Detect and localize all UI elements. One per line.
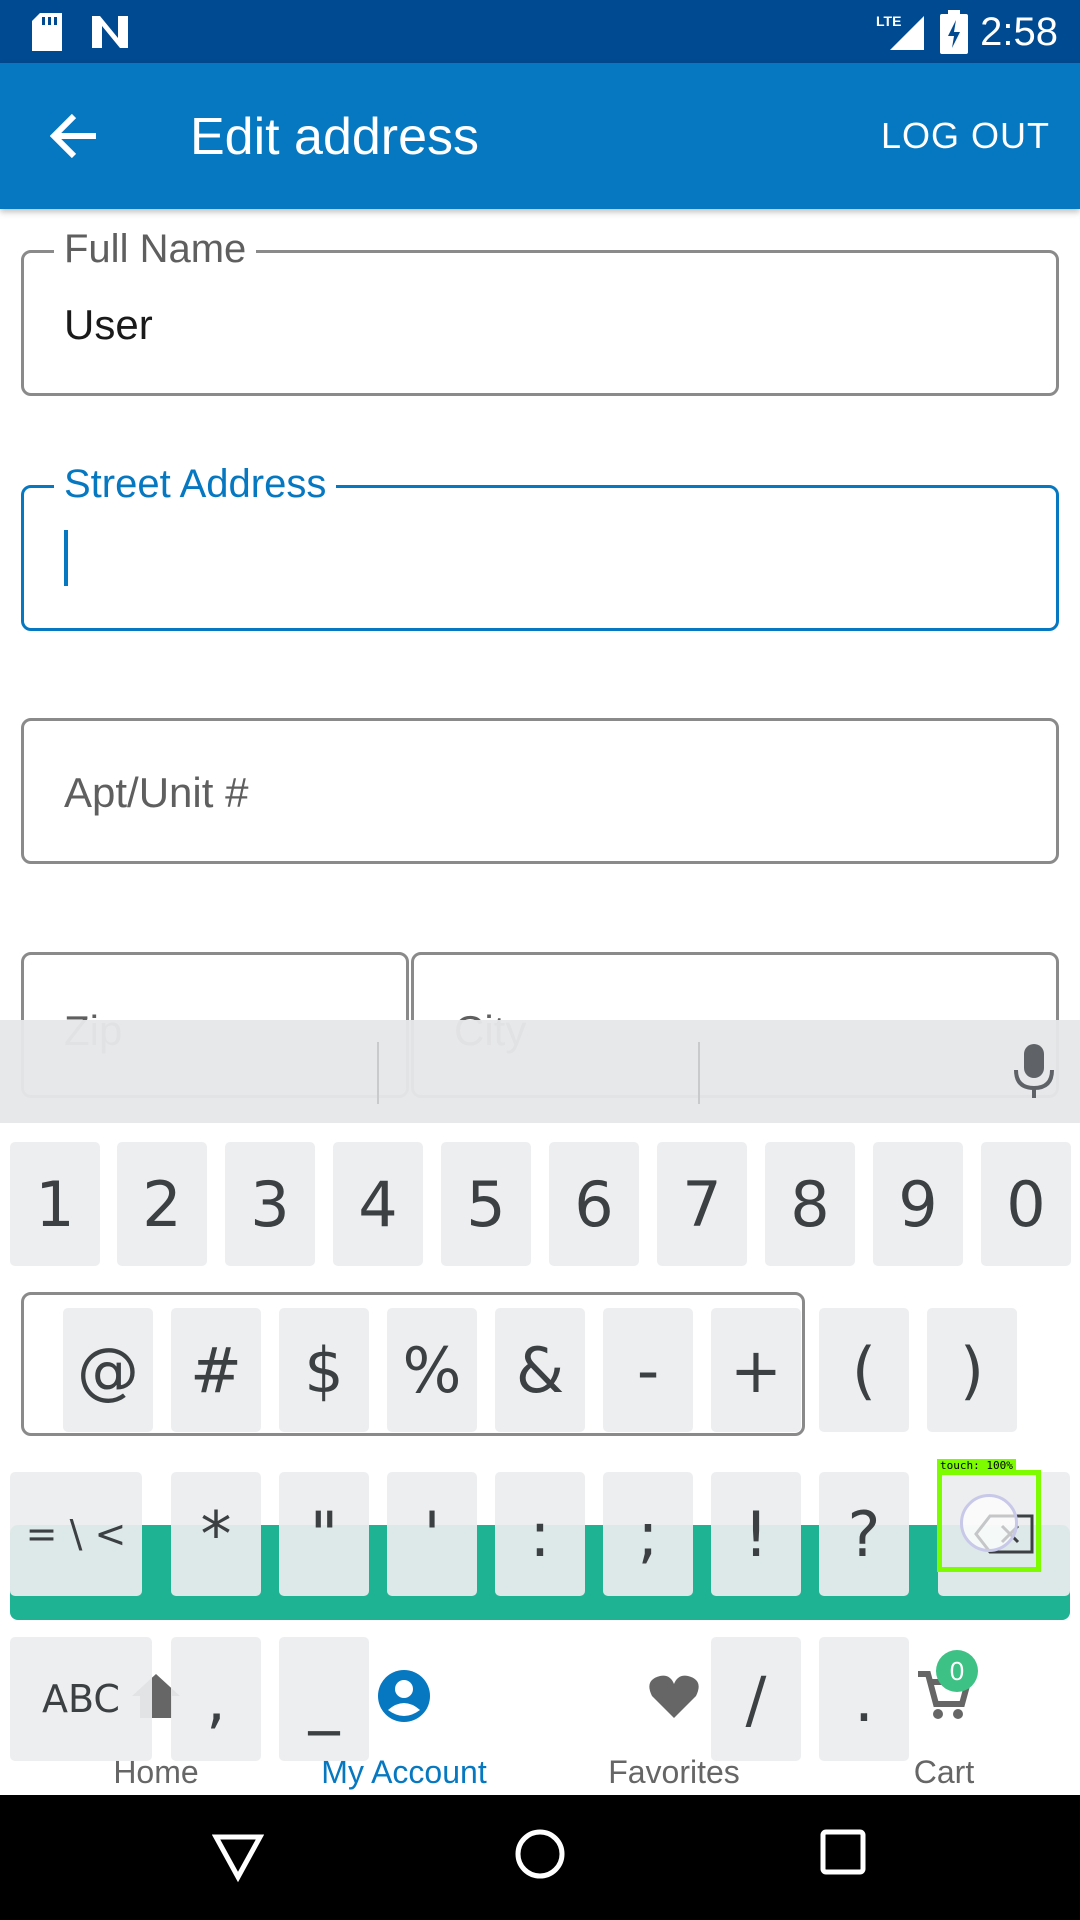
key-close-paren[interactable]: ) — [927, 1308, 1017, 1432]
key-0[interactable]: 0 — [981, 1142, 1071, 1266]
apt-unit-placeholder: Apt/Unit # — [64, 769, 249, 816]
key-single-quote[interactable]: ' — [387, 1472, 477, 1596]
recents-square-icon[interactable] — [818, 1827, 868, 1877]
key-4[interactable]: 4 — [333, 1142, 423, 1266]
suggestion-divider — [377, 1042, 379, 1104]
app-bar: Edit address LOG OUT — [0, 63, 1080, 209]
key-6[interactable]: 6 — [549, 1142, 639, 1266]
key-comma[interactable]: , — [171, 1637, 261, 1761]
key-exclamation[interactable]: ! — [711, 1472, 801, 1596]
key-9[interactable]: 9 — [873, 1142, 963, 1266]
full-name-label: Full Name — [54, 227, 257, 272]
lte-signal-icon: LTE — [876, 13, 924, 50]
n-notification-icon — [92, 16, 128, 48]
home-circle-icon[interactable] — [513, 1827, 567, 1881]
key-ampersand[interactable]: & — [495, 1308, 585, 1432]
key-colon[interactable]: : — [495, 1472, 585, 1596]
key-double-quote[interactable]: " — [279, 1472, 369, 1596]
arrow-left-icon — [50, 114, 96, 158]
key-dollar[interactable]: $ — [279, 1308, 369, 1432]
suggestion-strip — [0, 1020, 1080, 1123]
key-minus[interactable]: - — [603, 1308, 693, 1432]
system-navigation-bar — [0, 1795, 1080, 1920]
full-name-value: User — [64, 301, 153, 348]
microphone-icon[interactable] — [1014, 1044, 1054, 1100]
key-underscore[interactable]: _ — [279, 1637, 369, 1761]
street-address-field[interactable]: Street Address — [21, 462, 1059, 631]
status-time: 2:58 — [980, 10, 1058, 54]
battery-charging-icon — [940, 10, 968, 54]
key-5[interactable]: 5 — [441, 1142, 531, 1266]
touch-point-indicator — [960, 1494, 1018, 1552]
key-abc[interactable]: ABC — [10, 1637, 152, 1761]
suggestion-divider — [698, 1042, 700, 1104]
key-8[interactable]: 8 — [765, 1142, 855, 1266]
text-caret — [64, 530, 68, 586]
key-asterisk[interactable]: * — [171, 1472, 261, 1596]
key-question[interactable]: ? — [819, 1472, 909, 1596]
logout-button[interactable]: LOG OUT — [881, 115, 1050, 157]
back-triangle-icon[interactable] — [212, 1827, 264, 1883]
back-button[interactable] — [36, 101, 112, 171]
street-address-label: Street Address — [54, 462, 337, 507]
key-2[interactable]: 2 — [117, 1142, 207, 1266]
key-1[interactable]: 1 — [10, 1142, 100, 1266]
key-percent[interactable]: % — [387, 1308, 477, 1432]
status-bar: LTE 2:58 — [0, 0, 1080, 63]
apt-unit-field[interactable]: Apt/Unit # — [21, 718, 1059, 864]
key-hash[interactable]: # — [171, 1308, 261, 1432]
key-plus[interactable]: + — [711, 1308, 801, 1432]
key-period[interactable]: . — [819, 1637, 909, 1761]
soft-keyboard: 1 2 3 4 5 6 7 8 9 0 @ # $ % & - + ( ) = … — [0, 1020, 1080, 1795]
key-7[interactable]: 7 — [657, 1142, 747, 1266]
key-slash[interactable]: / — [711, 1637, 801, 1761]
key-3[interactable]: 3 — [225, 1142, 315, 1266]
key-at[interactable]: @ — [63, 1308, 153, 1432]
sd-card-icon — [32, 13, 62, 51]
full-name-field[interactable]: Full Name User — [21, 227, 1059, 396]
svg-text:LTE: LTE — [876, 13, 901, 29]
page-title: Edit address — [190, 108, 480, 166]
key-more-symbols[interactable]: = \ < — [10, 1472, 142, 1596]
key-semicolon[interactable]: ; — [603, 1472, 693, 1596]
key-open-paren[interactable]: ( — [819, 1308, 909, 1432]
